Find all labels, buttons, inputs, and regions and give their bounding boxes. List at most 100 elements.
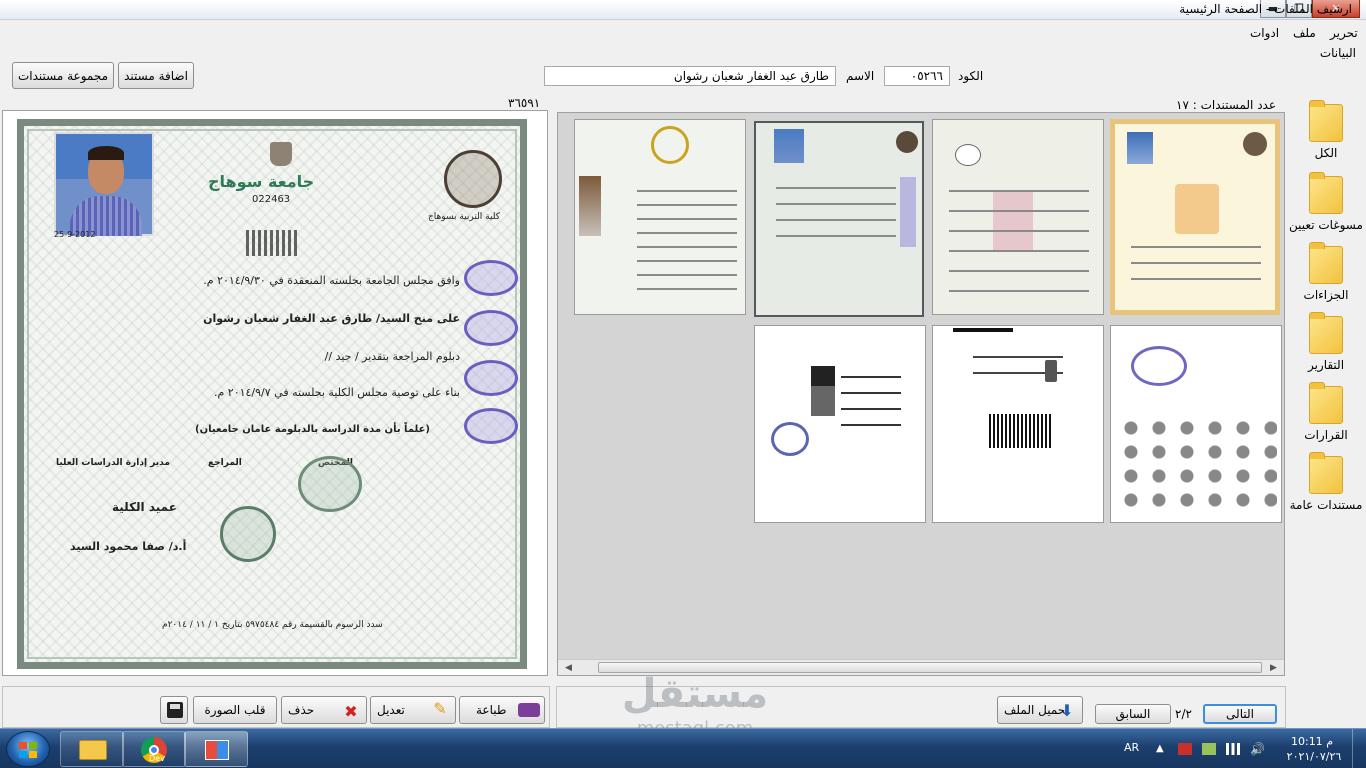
- thumbnail-fingerprints[interactable]: [1110, 325, 1282, 523]
- thumbnail-scan-photo[interactable]: [754, 325, 926, 523]
- faculty-name: كلية التربية بسوهاج: [428, 212, 500, 222]
- code-field[interactable]: ٠٥٢٦٦: [884, 66, 950, 86]
- eagle-emblem-icon: [270, 142, 292, 166]
- thumbnail-photo: [811, 366, 835, 416]
- university-name: جامعة سوهاج: [208, 172, 315, 191]
- tray-arrow-icon[interactable]: ▲: [1156, 743, 1170, 755]
- orange-emblem: [1175, 184, 1219, 234]
- thumbnail-orange-certificate[interactable]: [1110, 119, 1280, 315]
- folder-icon: [1309, 382, 1343, 424]
- category-appointment-docs[interactable]: مسوغات تعيين: [1286, 172, 1366, 232]
- category-general-docs[interactable]: مستندات عامة: [1286, 452, 1366, 512]
- fingerprint-grid: [1117, 416, 1277, 512]
- next-button[interactable]: التالى: [1203, 704, 1277, 724]
- name-field[interactable]: طارق عبد الغفار شعبان رشوان: [544, 66, 836, 86]
- category-label: القرارات: [1304, 428, 1348, 442]
- stamp-icon: [464, 360, 518, 396]
- stamp-icon: [771, 422, 809, 456]
- thumbnail-id-card[interactable]: [932, 119, 1104, 315]
- folder-icon: [1309, 100, 1343, 142]
- thumbnail-scan-barcode[interactable]: [932, 325, 1104, 523]
- delete-button[interactable]: حذف ✖: [281, 696, 367, 724]
- university-logo-icon: [444, 150, 502, 208]
- eagle-emblem-icon: [1045, 360, 1057, 382]
- card-hole-icon: [955, 144, 981, 166]
- university-logo-icon: [1243, 132, 1267, 156]
- tray-security-icon[interactable]: [1178, 743, 1192, 755]
- taskbar: Dev AR ▲ 🔊 10:11 م ٢٠٢١/٠٧/٢٦: [0, 728, 1366, 768]
- stamp-icon: [464, 310, 518, 346]
- section-label: البيانات: [1319, 46, 1356, 60]
- fees-footer: سدد الرسوم بالقسيمة رقم ٥٩٧٥٤٨٤ بتاريخ ١…: [162, 620, 383, 630]
- edit-label: تعديل: [377, 703, 405, 717]
- document-count: عدد المستندات : ١٧: [1176, 98, 1276, 112]
- faculty-seal-icon: [220, 506, 276, 562]
- folder-icon: [1309, 312, 1343, 354]
- menu-edit[interactable]: تحرير: [1330, 26, 1358, 40]
- certificate-image: 25-9-2012 جامعة سوهاج 022463 كلية التربي…: [17, 119, 527, 669]
- print-label: طباعة: [476, 703, 507, 717]
- pink-watermark: [993, 190, 1033, 250]
- thumbnail-certificate[interactable]: [754, 121, 924, 317]
- page-indicator: ٢/٢: [1175, 707, 1192, 721]
- certificate-serial: 022463: [252, 194, 291, 205]
- add-document-button[interactable]: اضافة مستند: [118, 62, 194, 89]
- folder-icon: [1309, 452, 1343, 494]
- chrome-dev-badge: Dev: [149, 754, 165, 763]
- upload-file-button[interactable]: تحميل الملف ⬇: [997, 696, 1083, 724]
- clock-time[interactable]: 10:11 م: [1290, 735, 1334, 748]
- stamp-icon: [464, 260, 518, 296]
- folder-icon: [1309, 242, 1343, 284]
- floppy-disk-icon: [167, 702, 183, 718]
- cert-line-4: بناء على توصية مجلس الكلية بجلسته في ٢٠١…: [213, 386, 460, 399]
- document-group-button[interactable]: مجموعة مستندات: [12, 62, 114, 89]
- edit-button[interactable]: تعديل ✎: [370, 696, 456, 724]
- windows-logo-icon: [19, 742, 37, 758]
- print-button[interactable]: طباعة: [459, 696, 545, 724]
- window-title: ارشيف الملفات - الصفحة الرئيسية: [1179, 2, 1352, 16]
- category-label: الجزاءات: [1303, 288, 1349, 302]
- category-label: التقارير: [1307, 358, 1345, 372]
- category-reports[interactable]: التقارير: [1286, 312, 1366, 372]
- category-decisions[interactable]: القرارات: [1286, 382, 1366, 442]
- document-preview[interactable]: 25-9-2012 جامعة سوهاج 022463 كلية التربي…: [2, 110, 548, 676]
- category-all[interactable]: الكل: [1286, 100, 1366, 160]
- taskbar-chrome[interactable]: Dev: [122, 731, 186, 767]
- previous-button[interactable]: السابق: [1095, 704, 1171, 724]
- category-label: مستندات عامة: [1289, 498, 1363, 512]
- registration-seal-icon: [298, 456, 362, 512]
- clock-date[interactable]: ٢٠٢١/٠٧/٢٦: [1286, 750, 1342, 763]
- thumbnail-grid[interactable]: ◀ ▶: [557, 112, 1285, 676]
- tray-volume-icon[interactable]: 🔊: [1250, 743, 1265, 755]
- save-button[interactable]: [160, 696, 188, 724]
- title-bar: ▬ ❐ ✕ ارشيف الملفات - الصفحة الرئيسية: [0, 0, 1366, 20]
- category-label: الكل: [1314, 146, 1338, 160]
- menu-bar: تحرير ملف ادوات: [0, 22, 1366, 42]
- delete-label: حذف: [288, 703, 315, 717]
- menu-tools[interactable]: ادوات: [1250, 26, 1279, 40]
- cert-line-5: (علماً بأن مدة الدراسة بالدبلومة عامان ج…: [195, 424, 430, 435]
- show-desktop-button[interactable]: [1352, 729, 1366, 768]
- university-logo-icon: [896, 131, 918, 153]
- barcode: [989, 414, 1053, 448]
- folder-icon: [1309, 172, 1343, 214]
- thumbnail-photo: [579, 176, 601, 236]
- flip-image-button[interactable]: قلب الصورة: [193, 696, 277, 724]
- dean-name: أ.د/ صفا محمود السيد: [70, 540, 187, 553]
- holder-photo: [54, 132, 154, 236]
- taskbar-archive-app[interactable]: [184, 731, 248, 767]
- language-indicator[interactable]: AR: [1124, 741, 1139, 754]
- taskbar-explorer[interactable]: [60, 731, 124, 767]
- thumbnail-police-form[interactable]: [574, 119, 746, 315]
- tray-device-icon[interactable]: [1202, 743, 1216, 755]
- category-label: مسوغات تعيين: [1289, 218, 1363, 232]
- code-label: الكود: [958, 69, 984, 83]
- start-button[interactable]: [6, 731, 50, 767]
- category-penalties[interactable]: الجزاءات: [1286, 242, 1366, 302]
- tray-network-icon[interactable]: [1226, 743, 1240, 755]
- stamp-icon: [1131, 346, 1187, 386]
- explorer-folder-icon: [79, 740, 107, 760]
- pencil-icon: ✎: [433, 699, 447, 718]
- menu-file[interactable]: ملف: [1293, 26, 1316, 40]
- thumbnail-photo: [774, 129, 804, 163]
